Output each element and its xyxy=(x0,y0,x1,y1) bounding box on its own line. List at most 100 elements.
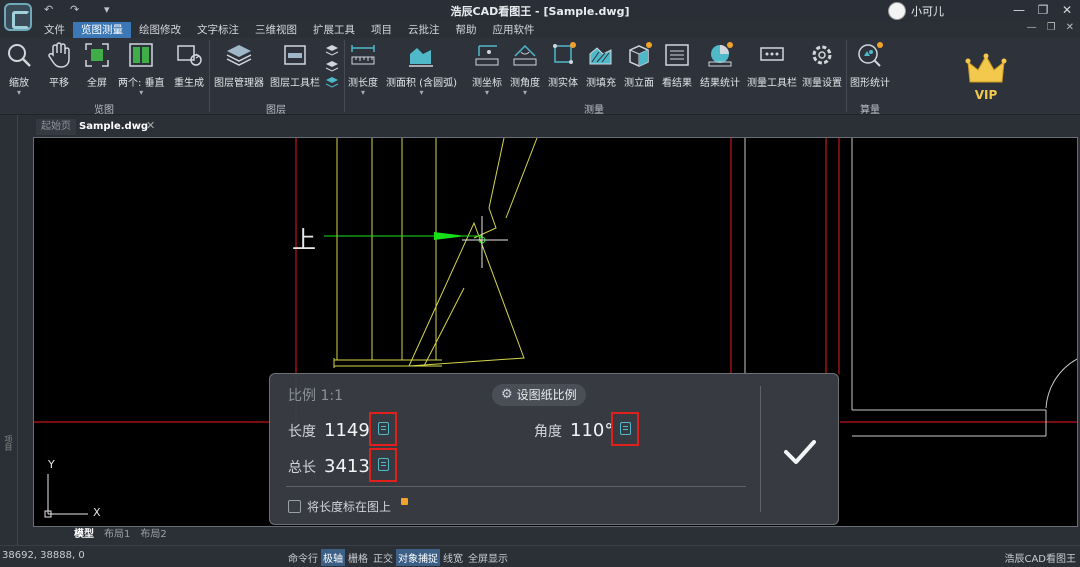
layer-toolbar-label: 图层工具栏 xyxy=(270,78,320,89)
fullscreen-button[interactable]: 全屏 xyxy=(82,40,112,89)
measure-length-button[interactable]: 测长度 ▾ xyxy=(348,40,378,97)
two-view-button[interactable]: 两个: 垂直 ▾ xyxy=(118,40,165,97)
angle-value: 110° xyxy=(570,420,614,441)
user-account[interactable]: 小可儿 xyxy=(888,1,944,21)
checkbox-box[interactable] xyxy=(288,500,301,513)
measure-toolbar-button[interactable]: 测量工具栏 xyxy=(747,40,797,89)
total-length-value: 3413 xyxy=(324,456,370,477)
vip-badge[interactable]: VIP xyxy=(962,52,1010,106)
group-divider xyxy=(846,40,847,112)
measure-toolbar-label: 测量工具栏 xyxy=(747,78,797,89)
close-icon[interactable]: ✕ xyxy=(1060,2,1074,18)
result-stats-button[interactable]: 结果统计 xyxy=(700,40,740,89)
angle-row: 角度 110° xyxy=(534,420,613,441)
user-name: 小可儿 xyxy=(911,5,944,18)
toggle-command-line[interactable]: 命令行 xyxy=(286,549,320,566)
measure-fill-label: 测填充 xyxy=(586,78,616,89)
left-side-panel[interactable]: 项目 xyxy=(0,115,18,545)
brand-label: 浩辰CAD看图王 xyxy=(1004,554,1076,565)
menu-draw-modify[interactable]: 绘图修改 xyxy=(131,22,189,38)
layer-manager-button[interactable]: 图层管理器 xyxy=(214,40,264,89)
measure-settings-label: 测量设置 xyxy=(802,78,842,89)
pan-label: 平移 xyxy=(49,78,69,89)
zoom-button[interactable]: 缩放 ▾ xyxy=(4,40,34,97)
quick-access-dropdown-icon[interactable]: ▾ xyxy=(104,3,110,16)
menu-project[interactable]: 项目 xyxy=(363,22,400,38)
menu-3d-view[interactable]: 三维视图 xyxy=(247,22,305,38)
undo-icon[interactable]: ↶ xyxy=(44,3,53,16)
layout-tabs: 模型 布局1 布局2 xyxy=(70,528,171,542)
view-results-label: 看结果 xyxy=(662,78,692,89)
regenerate-button[interactable]: 重生成 xyxy=(174,40,204,89)
scale-label: 比例 1:1 xyxy=(288,388,343,404)
list-icon xyxy=(662,40,692,70)
regenerate-label: 重生成 xyxy=(174,78,204,89)
doc-restore-icon[interactable]: ❐ xyxy=(1047,22,1056,33)
copy-total-length-icon[interactable] xyxy=(369,448,397,482)
group-label-layer: 图层 xyxy=(266,105,286,116)
measure-coordinate-button[interactable]: 测坐标 ▾ xyxy=(472,40,502,97)
axis-y-label: Y xyxy=(47,458,55,471)
doc-close-icon[interactable]: ✕ xyxy=(1066,22,1074,33)
coordinate-icon xyxy=(472,40,502,70)
canvas-text-shang: 上 xyxy=(292,226,316,254)
set-drawing-scale-button[interactable]: ⚙ 设图纸比例 xyxy=(492,384,586,406)
shape-stats-label: 图形统计 xyxy=(850,78,890,89)
layer-toolbar-icon xyxy=(280,40,310,70)
toggle-object-snap[interactable]: 对象捕捉 xyxy=(396,549,440,566)
menu-view-measure[interactable]: 览图测量 xyxy=(73,22,131,38)
restore-icon[interactable]: ❐ xyxy=(1036,2,1050,18)
measure-area-label: 测面积 (含圆弧) xyxy=(386,78,457,89)
copy-angle-icon[interactable] xyxy=(611,412,639,446)
doc-minimize-icon[interactable]: — xyxy=(1027,22,1037,33)
toggle-fullscreen-display[interactable]: 全屏显示 xyxy=(466,549,510,566)
toggle-ortho[interactable]: 正交 xyxy=(371,549,395,566)
pan-button[interactable]: 平移 xyxy=(44,40,74,89)
result-stats-label: 结果统计 xyxy=(700,78,740,89)
checkmark-icon xyxy=(784,440,816,464)
measure-fill-button[interactable]: 测填充 xyxy=(586,40,616,89)
measure-angle-button[interactable]: 测角度 ▾ xyxy=(510,40,540,97)
menu-apps[interactable]: 应用软件 xyxy=(485,22,543,38)
measure-settings-button[interactable]: 测量设置 xyxy=(802,40,842,89)
measurement-line xyxy=(324,232,486,244)
shape-stats-button[interactable]: 图形统计 xyxy=(850,40,890,89)
chevron-down-icon: ▾ xyxy=(360,88,365,97)
measure-area-button[interactable]: 测面积 (含圆弧) ▾ xyxy=(386,40,457,97)
gear-icon xyxy=(807,40,837,70)
close-tab-icon[interactable]: ✕ xyxy=(146,119,155,132)
tab-layout1[interactable]: 布局1 xyxy=(100,528,134,542)
measure-entity-button[interactable]: 测实体 xyxy=(548,40,578,89)
view-results-button[interactable]: 看结果 xyxy=(662,40,692,89)
minimize-icon[interactable]: — xyxy=(1012,2,1026,18)
tab-layout2[interactable]: 布局2 xyxy=(136,528,170,542)
chevron-down-icon: ▾ xyxy=(419,88,424,97)
menu-file[interactable]: 文件 xyxy=(36,22,73,38)
app-logo-icon[interactable] xyxy=(4,3,32,31)
tab-sample-dwg[interactable]: Sample.dwg xyxy=(74,119,153,135)
toggle-grid[interactable]: 栅格 xyxy=(346,549,370,566)
fullscreen-label: 全屏 xyxy=(87,78,107,89)
confirm-checkmark-button[interactable] xyxy=(780,432,820,472)
status-bar: 38692, 38888, 0 命令行 极轴 栅格 正交 对象捕捉 线宽 全屏显… xyxy=(0,545,1080,567)
magnifier-icon xyxy=(4,40,34,70)
menu-text-annotate[interactable]: 文字标注 xyxy=(189,22,247,38)
ucs-axis-icon xyxy=(44,474,88,518)
measure-elevation-label: 测立面 xyxy=(624,78,654,89)
panel-divider xyxy=(286,486,746,487)
length-value: 1149 xyxy=(324,420,370,441)
tab-start-page[interactable]: 起始页 xyxy=(36,119,76,135)
copy-length-icon[interactable] xyxy=(369,412,397,446)
menu-help[interactable]: 帮助 xyxy=(448,22,485,38)
mark-length-checkbox[interactable]: 将长度标在图上 xyxy=(288,498,409,515)
toggle-line-weight[interactable]: 线宽 xyxy=(441,549,465,566)
menu-extend-tools[interactable]: 扩展工具 xyxy=(305,22,363,38)
menu-cloud-annotate[interactable]: 云批注 xyxy=(400,22,448,38)
group-divider xyxy=(344,40,345,112)
layer-toolbar-button[interactable]: 图层工具栏 xyxy=(270,40,320,89)
measure-elevation-button[interactable]: 测立面 xyxy=(624,40,654,89)
redo-icon[interactable]: ↷ xyxy=(70,3,79,16)
toggle-polar[interactable]: 极轴 xyxy=(321,549,345,566)
title-bar: ↶ ↷ ▾ 浩辰CAD看图王 - [Sample.dwg] 小可儿 — ❐ ✕ xyxy=(0,0,1080,31)
tab-model[interactable]: 模型 xyxy=(70,528,98,542)
